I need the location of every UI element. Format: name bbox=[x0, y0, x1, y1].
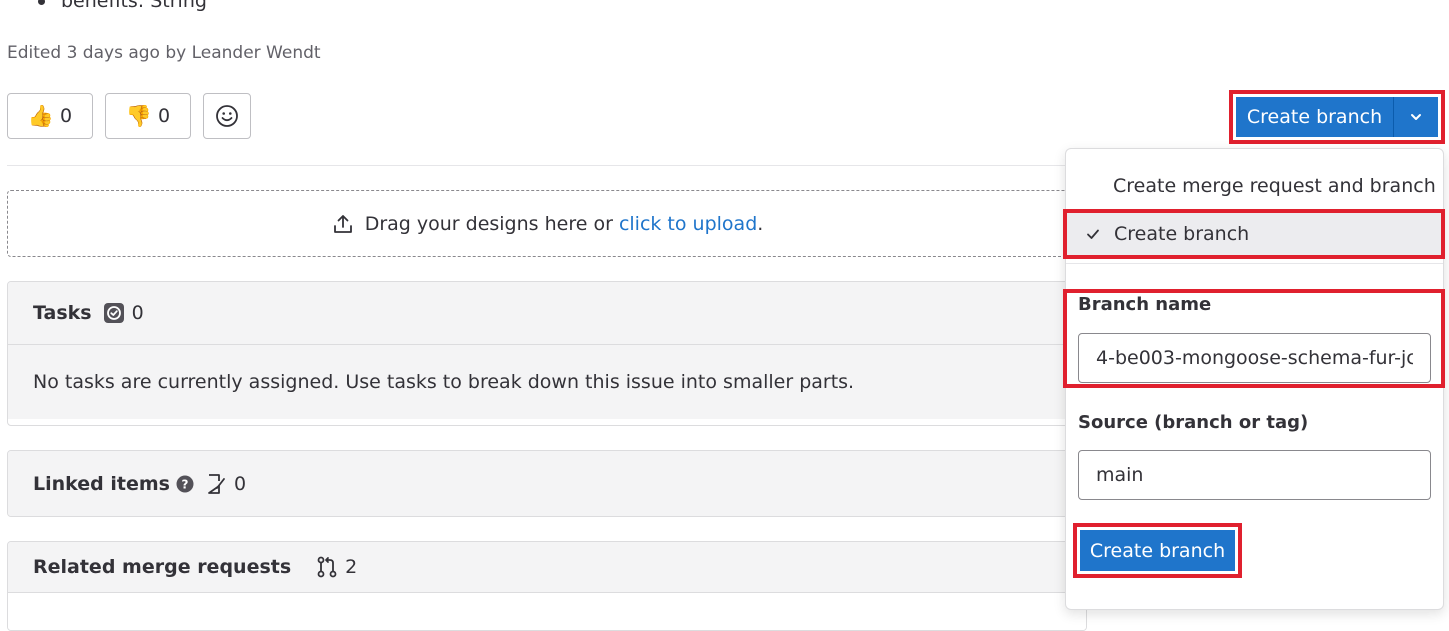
thumbs-up-icon: 👍 bbox=[27, 103, 55, 128]
description-bullet: benefits: String bbox=[38, 0, 207, 14]
bullet-text: benefits: String bbox=[61, 0, 207, 12]
create-branch-button[interactable]: Create branch bbox=[1236, 97, 1394, 137]
related-mrs-body bbox=[8, 592, 1086, 630]
chevron-down-icon bbox=[1411, 114, 1421, 120]
task-done-icon bbox=[103, 303, 124, 323]
tasks-card: Tasks 0 No tasks are currently assigned.… bbox=[7, 281, 1087, 426]
thumbs-up-count: 0 bbox=[60, 105, 73, 127]
tasks-count-value: 0 bbox=[131, 302, 144, 324]
tasks-title: Tasks bbox=[33, 302, 92, 324]
add-reaction-button[interactable] bbox=[203, 93, 251, 139]
divider bbox=[7, 165, 1067, 166]
thumbs-down-button[interactable]: 👎 0 bbox=[105, 93, 191, 139]
linked-items-count: 0 bbox=[204, 472, 246, 496]
create-branch-toggle[interactable] bbox=[1394, 97, 1438, 137]
linked-items-header: Linked items ? 0 bbox=[8, 451, 1086, 516]
linked-items-title: Linked items bbox=[33, 473, 170, 495]
dropzone-prompt: Drag your designs here or bbox=[364, 212, 619, 235]
question-icon[interactable]: ? bbox=[176, 475, 194, 493]
smiley-icon bbox=[216, 105, 238, 127]
thumbs-down-count: 0 bbox=[158, 105, 171, 127]
related-mrs-card: Related merge requests 2 bbox=[7, 541, 1087, 631]
create-branch-submit-wrap: Create branch bbox=[1073, 523, 1242, 578]
source-input[interactable] bbox=[1078, 450, 1431, 500]
related-mrs-count: 2 bbox=[315, 555, 357, 579]
svg-text:?: ? bbox=[181, 478, 188, 492]
create-branch-split-button: Create branch bbox=[1229, 90, 1445, 144]
branch-name-label: Branch name bbox=[1078, 294, 1212, 315]
tasks-empty-text: No tasks are currently assigned. Use tas… bbox=[8, 344, 1086, 419]
tasks-header: Tasks 0 bbox=[8, 282, 1086, 344]
create-branch-submit-button[interactable]: Create branch bbox=[1080, 530, 1235, 571]
dropzone-suffix: . bbox=[757, 212, 764, 235]
merge-request-icon bbox=[317, 556, 337, 578]
tasks-count: 0 bbox=[102, 301, 144, 325]
option-create-mr-and-branch[interactable]: Create merge request and branch bbox=[1066, 163, 1443, 209]
check-icon bbox=[1087, 229, 1099, 239]
upload-icon bbox=[333, 214, 352, 233]
dropdown-divider bbox=[1066, 263, 1443, 264]
linked-issue-icon bbox=[208, 474, 225, 494]
branch-name-input[interactable] bbox=[1078, 333, 1431, 383]
edited-info: Edited 3 days ago by Leander Wendt bbox=[7, 43, 321, 63]
linked-items-card: Linked items ? 0 bbox=[7, 450, 1087, 517]
upload-link[interactable]: click to upload bbox=[619, 213, 757, 235]
linked-items-count-value: 0 bbox=[233, 473, 247, 495]
related-mrs-header: Related merge requests 2 bbox=[8, 542, 1086, 592]
create-branch-dropdown: Create merge request and branch Create b… bbox=[1063, 148, 1445, 610]
option-create-branch[interactable]: Create branch bbox=[1063, 209, 1445, 259]
option-create-mr-label: Create merge request and branch bbox=[1113, 175, 1436, 197]
related-mrs-title: Related merge requests bbox=[33, 556, 292, 578]
option-create-branch-label: Create branch bbox=[1114, 223, 1250, 245]
thumbs-up-button[interactable]: 👍 0 bbox=[7, 93, 93, 139]
source-label: Source (branch or tag) bbox=[1078, 412, 1309, 433]
design-dropzone[interactable]: Drag your designs here or click to uploa… bbox=[7, 190, 1087, 257]
dropzone-text: Drag your designs here or click to uploa… bbox=[365, 213, 764, 235]
thumbs-down-icon: 👎 bbox=[125, 103, 153, 128]
related-mrs-count-value: 2 bbox=[345, 556, 358, 578]
bullet-dot bbox=[38, 0, 45, 5]
